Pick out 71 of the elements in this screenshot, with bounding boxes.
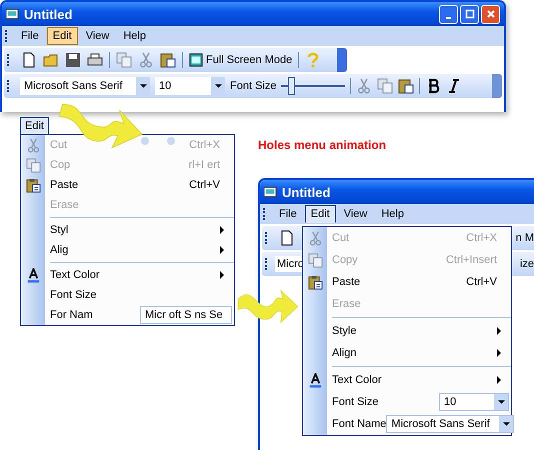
close-icon <box>486 9 496 19</box>
menu-bar-item[interactable]: View <box>80 27 116 45</box>
scissors-icon <box>308 230 322 246</box>
menu-item[interactable]: Style <box>303 320 511 342</box>
folder-icon[interactable] <box>43 52 59 68</box>
menu-label: Font Size <box>331 396 378 408</box>
window-icon <box>264 186 277 198</box>
scissors-icon[interactable] <box>138 52 154 68</box>
new-document-icon[interactable] <box>21 52 37 68</box>
copy-icon[interactable] <box>116 52 132 68</box>
slider-label: Font Size <box>230 80 276 92</box>
copy-icon[interactable] <box>377 78 394 94</box>
scissors-icon <box>26 138 40 152</box>
dropdown-arrow-icon <box>214 84 222 88</box>
monitor-icon <box>189 53 203 67</box>
dropdown-field[interactable]: Micr oft S ns Se <box>140 306 232 324</box>
copy-icon <box>308 252 322 268</box>
dropdown-arrow-icon <box>140 84 146 88</box>
dropdown-arrow-icon <box>498 400 504 404</box>
text-color-icon <box>26 268 40 282</box>
submenu-arrow-icon <box>497 376 501 384</box>
menu-bar-item[interactable]: File <box>15 27 45 45</box>
maximize-icon <box>464 9 474 19</box>
menu-item[interactable]: Paste Ctrl+V <box>303 271 511 293</box>
menu-bar-item[interactable]: Help <box>375 205 410 223</box>
menu-label: Font Size <box>49 289 96 301</box>
clipboard-icon[interactable] <box>398 78 414 94</box>
menu-item[interactable]: Styl <box>21 220 234 240</box>
submenu-arrow-icon <box>497 349 501 357</box>
menu-item[interactable]: Text Color <box>21 265 234 285</box>
font-name-dropdown[interactable]: Microsoft Sans Serif <box>20 77 150 95</box>
clipboard-icon <box>308 274 322 290</box>
minimize-button[interactable] <box>439 4 458 24</box>
printer-icon[interactable] <box>87 52 103 68</box>
menu-bar-item[interactable]: Help <box>117 27 152 45</box>
clipboard-icon <box>26 178 40 192</box>
menu-item[interactable]: Alig <box>21 240 234 260</box>
submenu-arrow-icon <box>220 226 224 234</box>
full-screen-button[interactable]: Full Screen Mode <box>189 53 292 67</box>
menu-item[interactable]: Align <box>303 342 511 364</box>
menu-label: Font Name <box>331 418 386 430</box>
maximize-button[interactable] <box>460 4 479 24</box>
dropdown-arrow-icon <box>502 422 510 426</box>
caption: Holes menu animation <box>258 138 386 152</box>
submenu-arrow-icon <box>220 246 224 254</box>
dropdown-field[interactable]: Microsoft Sans Serif <box>386 415 514 433</box>
text-color-icon <box>308 372 322 388</box>
save-icon[interactable] <box>65 52 81 68</box>
clipboard-icon[interactable] <box>160 52 176 68</box>
menu-bar-item[interactable]: Edit <box>46 27 78 45</box>
window-title: Untitled <box>282 184 330 200</box>
dropdown-field[interactable]: 10 <box>439 393 509 411</box>
toolbar-text: ize <box>520 258 534 270</box>
minimize-icon <box>446 16 451 18</box>
toolbar-text: n M <box>516 232 534 244</box>
new-document-icon[interactable] <box>279 230 295 246</box>
scissors-icon[interactable] <box>356 78 372 94</box>
copy-icon <box>26 158 40 172</box>
submenu-arrow-icon <box>497 327 501 335</box>
font-size-dropdown[interactable]: 10 <box>155 77 225 95</box>
submenu-arrow-icon <box>220 271 224 279</box>
menu-label: For Nam <box>49 309 93 321</box>
menu-bar-item[interactable]: Edit <box>20 117 49 134</box>
window-icon <box>6 8 19 20</box>
window-title: Untitled <box>24 6 72 22</box>
menu-item[interactable]: Paste Ctrl+V <box>21 175 234 195</box>
menu-bar-item[interactable]: View <box>338 205 374 223</box>
menu-item[interactable]: Text Color <box>303 369 511 391</box>
menu-bar-item[interactable]: Edit <box>304 205 336 223</box>
close-button[interactable] <box>481 4 500 24</box>
menu-bar-item[interactable]: File <box>273 205 303 223</box>
